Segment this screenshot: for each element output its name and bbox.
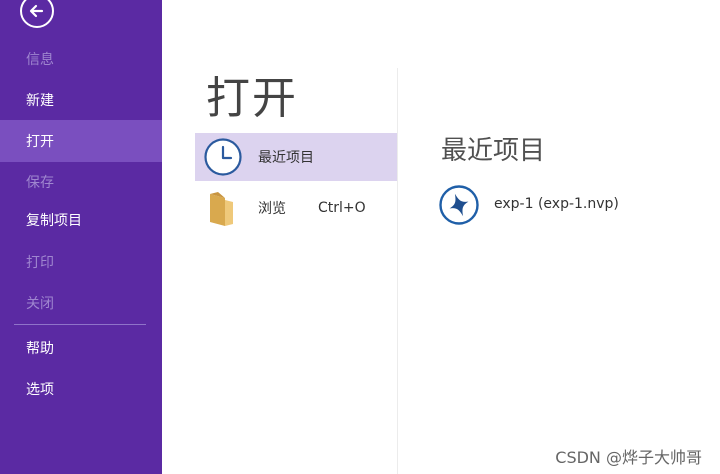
sidebar-item-copy-project[interactable]: 复制项目 [0, 199, 162, 241]
folder-icon [210, 192, 233, 226]
sidebar-item-label: 打开 [26, 134, 54, 150]
sidebar-item-close[interactable]: 关闭 [0, 282, 162, 324]
sidebar-item-label: 保存 [26, 175, 54, 191]
arrow-left-circle-icon [29, 4, 44, 18]
open-option-label: 最近项目 [258, 150, 314, 166]
clock-icon [204, 138, 242, 176]
sidebar-item-label: 选项 [26, 382, 54, 398]
sidebar: 信息 新建 打开 保存 复制项目 打印 关闭 帮助 选项 [0, 0, 162, 474]
sidebar-item-new[interactable]: 新建 [0, 79, 162, 121]
open-option-label: 浏览 [258, 201, 286, 217]
sidebar-item-label: 信息 [26, 52, 54, 68]
recent-project-label: exp-1 (exp-1.nvp) [494, 196, 619, 212]
sidebar-item-label: 关闭 [26, 296, 54, 312]
column-divider [397, 68, 398, 474]
sidebar-item-label: 复制项目 [26, 213, 82, 229]
sidebar-item-help[interactable]: 帮助 [0, 327, 162, 369]
project-star-icon [439, 185, 479, 225]
shortcut-label: Ctrl+O [318, 200, 366, 216]
watermark: CSDN @烨子大帅哥 [555, 448, 702, 467]
sidebar-item-info[interactable]: 信息 [0, 38, 162, 80]
sidebar-item-save[interactable]: 保存 [0, 161, 162, 203]
sidebar-divider [14, 324, 146, 325]
page-title: 打开 [206, 73, 298, 124]
recent-projects-title: 最近项目 [441, 136, 546, 166]
sidebar-item-options[interactable]: 选项 [0, 368, 162, 410]
sidebar-item-label: 新建 [26, 93, 54, 109]
back-button[interactable] [20, 0, 54, 28]
open-option-browse[interactable]: 浏览 Ctrl+O [195, 184, 397, 232]
recent-project-item[interactable]: exp-1 (exp-1.nvp) [436, 184, 696, 226]
open-option-recent[interactable]: 最近项目 [195, 133, 397, 181]
sidebar-item-label: 打印 [26, 255, 54, 271]
sidebar-item-print[interactable]: 打印 [0, 241, 162, 283]
sidebar-item-open[interactable]: 打开 [0, 120, 162, 162]
sidebar-item-label: 帮助 [26, 341, 54, 357]
